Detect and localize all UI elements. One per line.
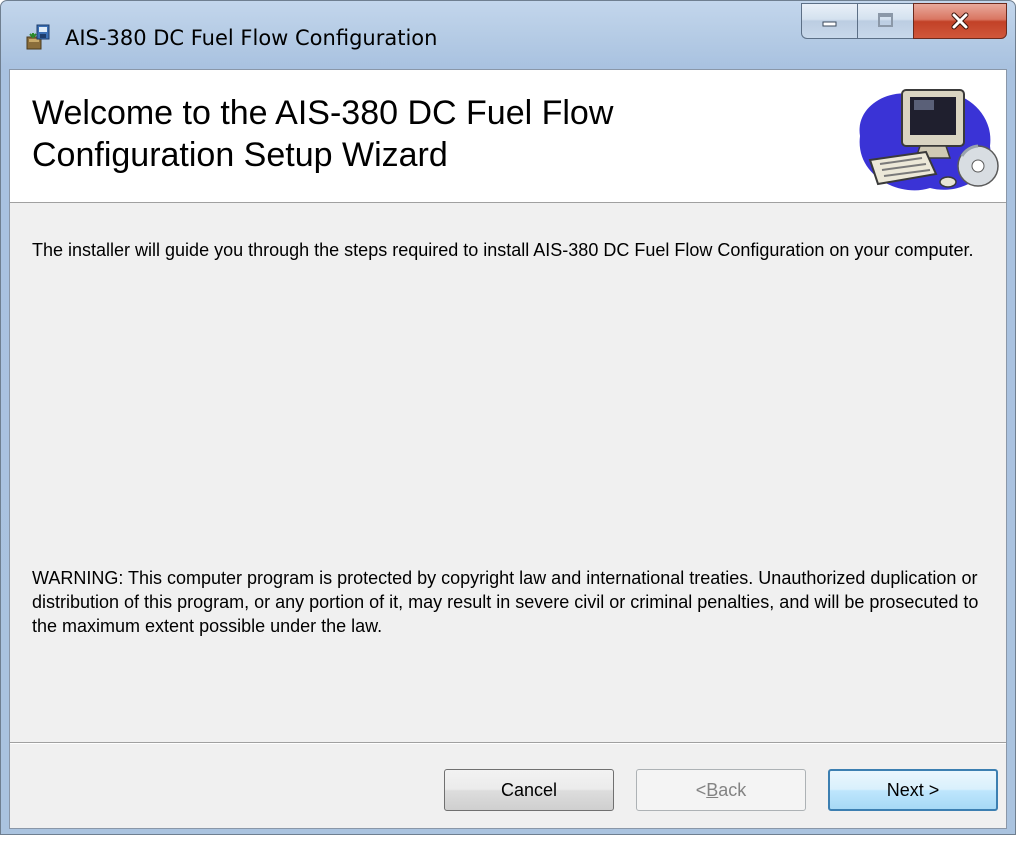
wizard-title: Welcome to the AIS-380 DC Fuel Flow Conf… (32, 92, 792, 176)
maximize-button[interactable] (857, 3, 913, 39)
title-bar[interactable]: AIS-380 DC Fuel Flow Configuration (1, 1, 1015, 69)
window-title: AIS-380 DC Fuel Flow Configuration (65, 26, 438, 50)
wizard-client-area: Welcome to the AIS-380 DC Fuel Flow Conf… (9, 69, 1007, 829)
close-icon (951, 12, 969, 30)
minimize-icon (822, 21, 836, 27)
back-button-rest: ack (718, 779, 747, 800)
copyright-warning: WARNING: This computer program is protec… (32, 568, 979, 636)
button-separator (10, 742, 1006, 744)
close-button[interactable] (913, 3, 1007, 39)
back-button-prefix: < (695, 779, 707, 800)
cancel-button[interactable]: Cancel (444, 769, 614, 811)
minimize-button[interactable] (801, 3, 857, 39)
intro-text: The installer will guide you through the… (32, 240, 974, 260)
installer-window: AIS-380 DC Fuel Flow Configuration Welco… (0, 0, 1016, 835)
wizard-title-line1: Welcome to the AIS-380 DC Fuel Flow (32, 94, 614, 132)
wizard-banner: Welcome to the AIS-380 DC Fuel Flow Conf… (10, 70, 1006, 203)
back-button-mnemonic: B (706, 779, 719, 800)
installer-package-icon (25, 23, 53, 51)
back-button[interactable]: < Back (636, 769, 806, 811)
wizard-title-line2: Configuration Setup Wizard (32, 136, 448, 174)
computer-setup-icon (859, 89, 999, 191)
caption-buttons (801, 3, 1007, 41)
maximize-icon (877, 13, 893, 27)
next-button[interactable]: Next > (828, 769, 998, 811)
